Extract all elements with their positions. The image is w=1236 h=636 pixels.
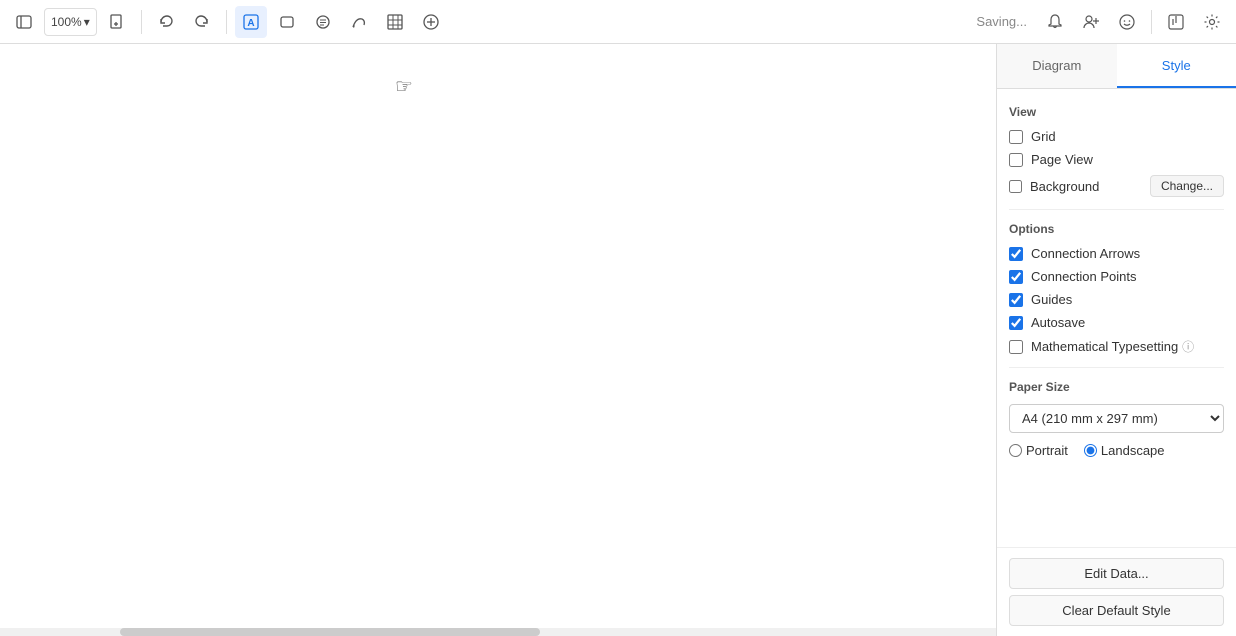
paper-size-select[interactable]: A4 (210 mm x 297 mm) A3 (297 mm x 420 mm…: [1009, 404, 1224, 433]
connection-arrows-row: Connection Arrows: [1009, 246, 1224, 261]
page-view-label[interactable]: Page View: [1031, 152, 1093, 167]
canvas-scrollbar[interactable]: [0, 628, 996, 636]
view-section: View Grid Page View Background Change...: [1009, 105, 1224, 197]
background-checkbox[interactable]: [1009, 180, 1022, 193]
autosave-row: Autosave: [1009, 315, 1224, 330]
notifications-button[interactable]: [1039, 6, 1071, 38]
options-section: Options Connection Arrows Connection Poi…: [1009, 222, 1224, 355]
zoom-chevron-icon: ▾: [84, 15, 90, 29]
tab-style[interactable]: Style: [1117, 44, 1236, 88]
zoom-dropdown[interactable]: 100% ▾: [44, 8, 97, 36]
divider-1: [141, 10, 142, 34]
options-section-title: Options: [1009, 222, 1224, 236]
divider-2: [226, 10, 227, 34]
scrollbar-thumb[interactable]: [120, 628, 540, 636]
connection-arrows-label[interactable]: Connection Arrows: [1031, 246, 1140, 261]
guides-label[interactable]: Guides: [1031, 292, 1072, 307]
guides-checkbox[interactable]: [1009, 293, 1023, 307]
background-row: Background Change...: [1009, 175, 1224, 197]
mathematical-typesetting-label[interactable]: Mathematical Typesetting ⓘ: [1031, 338, 1194, 355]
connection-points-label[interactable]: Connection Points: [1031, 269, 1137, 284]
clear-default-style-button[interactable]: Clear Default Style: [1009, 595, 1224, 626]
mathematical-typesetting-row: Mathematical Typesetting ⓘ: [1009, 338, 1224, 355]
divider-3: [1151, 10, 1152, 34]
cursor-icon: ☞: [395, 74, 413, 99]
background-label[interactable]: Background: [1030, 179, 1099, 194]
landscape-label[interactable]: Landscape: [1084, 443, 1165, 458]
svg-text:A: A: [247, 18, 254, 29]
background-left: Background: [1009, 179, 1099, 194]
paper-size-section: Paper Size A4 (210 mm x 297 mm) A3 (297 …: [1009, 380, 1224, 458]
text-tool-button[interactable]: A: [235, 6, 267, 38]
mathematical-typesetting-help-icon[interactable]: ⓘ: [1182, 338, 1194, 355]
settings-button[interactable]: [1196, 6, 1228, 38]
panel-tabs: Diagram Style: [997, 44, 1236, 89]
tab-diagram[interactable]: Diagram: [997, 44, 1117, 88]
landscape-radio[interactable]: [1084, 444, 1097, 457]
grid-label[interactable]: Grid: [1031, 129, 1056, 144]
orientation-row: Portrait Landscape: [1009, 443, 1224, 458]
saving-status: Saving...: [976, 14, 1035, 29]
main-area: ☞ Diagram Style View Grid Page View: [0, 44, 1236, 636]
toolbar: 100% ▾ A: [0, 0, 1236, 44]
add-page-button[interactable]: [101, 6, 133, 38]
canvas-area[interactable]: ☞: [0, 44, 996, 636]
share-button[interactable]: [1160, 6, 1192, 38]
autosave-label[interactable]: Autosave: [1031, 315, 1085, 330]
connection-points-checkbox[interactable]: [1009, 270, 1023, 284]
portrait-radio[interactable]: [1009, 444, 1022, 457]
section-divider-1: [1009, 209, 1224, 210]
mathematical-typesetting-checkbox[interactable]: [1009, 340, 1023, 354]
portrait-label[interactable]: Portrait: [1009, 443, 1068, 458]
panel-bottom: Edit Data... Clear Default Style: [997, 547, 1236, 636]
panel-content: View Grid Page View Background Change...: [997, 89, 1236, 547]
add-extra-button[interactable]: [415, 6, 447, 38]
right-panel: Diagram Style View Grid Page View: [996, 44, 1236, 636]
page-view-checkbox[interactable]: [1009, 153, 1023, 167]
guides-row: Guides: [1009, 292, 1224, 307]
redo-button[interactable]: [186, 6, 218, 38]
sidebar-toggle-button[interactable]: [8, 6, 40, 38]
view-section-title: View: [1009, 105, 1224, 119]
landscape-text: Landscape: [1101, 443, 1165, 458]
portrait-text: Portrait: [1026, 443, 1068, 458]
zoom-value: 100%: [51, 15, 82, 29]
emoji-button[interactable]: [1111, 6, 1143, 38]
autosave-checkbox[interactable]: [1009, 316, 1023, 330]
connection-points-row: Connection Points: [1009, 269, 1224, 284]
shape-tool-button[interactable]: [271, 6, 303, 38]
edit-data-button[interactable]: Edit Data...: [1009, 558, 1224, 589]
grid-row: Grid: [1009, 129, 1224, 144]
note-tool-button[interactable]: [307, 6, 339, 38]
change-background-button[interactable]: Change...: [1150, 175, 1224, 197]
section-divider-2: [1009, 367, 1224, 368]
undo-button[interactable]: [150, 6, 182, 38]
freehand-tool-button[interactable]: [343, 6, 375, 38]
share-people-button[interactable]: [1075, 6, 1107, 38]
page-view-row: Page View: [1009, 152, 1224, 167]
grid-checkbox[interactable]: [1009, 130, 1023, 144]
paper-size-section-title: Paper Size: [1009, 380, 1224, 394]
connection-arrows-checkbox[interactable]: [1009, 247, 1023, 261]
toolbar-right-icons: [1039, 6, 1228, 38]
table-tool-button[interactable]: [379, 6, 411, 38]
